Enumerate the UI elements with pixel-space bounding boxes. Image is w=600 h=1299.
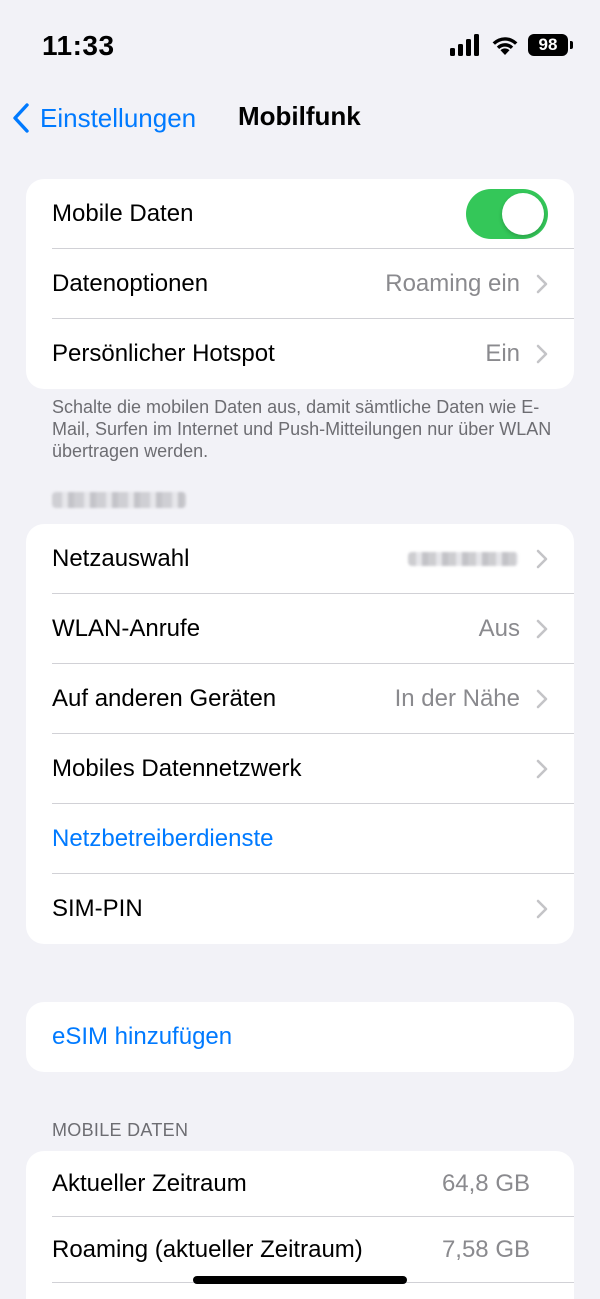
- hotspot-label: Persönlicher Hotspot: [52, 340, 275, 367]
- chevron-right-icon: [536, 344, 548, 364]
- roaming-period-value: 7,58 GB: [441, 1236, 530, 1263]
- other-devices-row[interactable]: Auf anderen Geräten In der Nähe: [26, 664, 574, 734]
- battery-icon: 98: [528, 34, 573, 56]
- carrier-name-redacted: [52, 492, 186, 508]
- back-button[interactable]: Einstellungen: [12, 96, 196, 140]
- wifi-calls-value: Aus: [478, 615, 520, 642]
- mobile-data-network-label: Mobiles Datennetzwerk: [52, 755, 302, 782]
- data-options-row[interactable]: Datenoptionen Roaming ein: [26, 249, 574, 319]
- add-esim-button[interactable]: eSIM hinzufügen: [52, 1023, 548, 1051]
- network-selection-row[interactable]: Netzauswahl: [26, 524, 574, 594]
- mobile-data-row: Mobile Daten: [26, 179, 574, 249]
- roaming-period-row: Roaming (aktueller Zeitraum) 7,58 GB: [26, 1217, 574, 1283]
- mobile-data-group: Mobile Daten Datenoptionen Roaming ein P…: [26, 179, 574, 389]
- current-period-label: Aktueller Zeitraum: [52, 1170, 247, 1197]
- sim-pin-label: SIM-PIN: [52, 895, 143, 922]
- mobile-data-label: Mobile Daten: [52, 200, 194, 227]
- other-devices-label: Auf anderen Geräten: [52, 685, 277, 712]
- chevron-right-icon: [536, 549, 548, 569]
- data-options-label: Datenoptionen: [52, 270, 209, 297]
- chevron-right-icon: [536, 899, 548, 919]
- mobile-data-section-header: MOBILE DATEN: [52, 1120, 189, 1140]
- hotspot-value: Ein: [485, 340, 520, 367]
- chevron-right-icon: [536, 619, 548, 639]
- sim-pin-row[interactable]: SIM-PIN: [26, 874, 574, 944]
- carrier-group: Netzauswahl WLAN-Anrufe Aus Auf anderen …: [26, 524, 574, 944]
- back-button-label: Einstellungen: [40, 102, 197, 133]
- usage-row-partial: [26, 1283, 574, 1299]
- esim-row[interactable]: eSIM hinzufügen: [26, 1002, 574, 1072]
- battery-level: 98: [538, 35, 558, 54]
- carrier-services-link[interactable]: Netzbetreiberdienste: [52, 825, 548, 853]
- other-devices-value: In der Nähe: [394, 685, 520, 712]
- network-selection-label: Netzauswahl: [52, 545, 190, 572]
- signal-icon: [450, 34, 479, 56]
- page-title: Mobilfunk: [238, 101, 361, 131]
- mobile-data-network-row[interactable]: Mobiles Datennetzwerk: [26, 734, 574, 804]
- current-period-row: Aktueller Zeitraum 64,8 GB: [26, 1151, 574, 1217]
- wifi-icon: [492, 37, 518, 55]
- wifi-calls-label: WLAN-Anrufe: [52, 615, 201, 642]
- chevron-right-icon: [536, 759, 548, 779]
- network-value-redacted: [408, 552, 518, 566]
- chevron-left-icon: [13, 103, 29, 133]
- status-bar: 11:33 98: [0, 0, 600, 96]
- esim-group: eSIM hinzufügen: [26, 1002, 574, 1072]
- roaming-period-label: Roaming (aktueller Zeitraum): [52, 1236, 363, 1263]
- carrier-services-row[interactable]: Netzbetreiberdienste: [26, 804, 574, 874]
- chevron-right-icon: [536, 689, 548, 709]
- current-period-value: 64,8 GB: [441, 1170, 530, 1197]
- home-indicator[interactable]: [193, 1276, 407, 1284]
- status-time: 11:33: [42, 30, 115, 61]
- data-options-value: Roaming ein: [385, 270, 520, 297]
- wifi-calls-row[interactable]: WLAN-Anrufe Aus: [26, 594, 574, 664]
- navigation-bar: Einstellungen Mobilfunk: [0, 96, 600, 140]
- mobile-data-footnote: Schalte die mobilen Daten aus, damit säm…: [52, 397, 552, 461]
- chevron-right-icon: [536, 274, 548, 294]
- mobile-data-toggle[interactable]: [466, 189, 548, 239]
- hotspot-row[interactable]: Persönlicher Hotspot Ein: [26, 319, 574, 389]
- status-icons: 98: [450, 34, 573, 56]
